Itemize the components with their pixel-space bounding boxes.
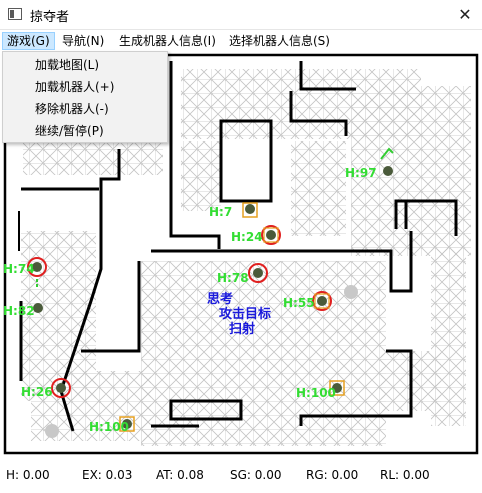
status-ex: EX: 0.03 <box>82 468 133 482</box>
menu-select-robot-info[interactable]: 选择机器人信息(S) <box>225 32 334 50</box>
menu-item-load-robot[interactable]: 加载机器人(+) <box>35 78 114 95</box>
window-title: 掠夺者 <box>30 10 70 25</box>
robot-label: H:55 <box>283 296 315 310</box>
annotation-think: 思考 <box>207 291 233 307</box>
menu-game[interactable]: 游戏(G) <box>2 32 55 50</box>
robot-label: H:100 <box>89 420 129 434</box>
robot-label: H:7 <box>209 205 232 219</box>
app-window-icon <box>8 8 22 20</box>
title-bar: 掠夺者 ✕ <box>0 0 482 30</box>
robot-label: H:74 <box>3 262 35 276</box>
robot-label: H:97 <box>345 166 377 180</box>
robot-label: H:78 <box>217 271 249 285</box>
close-icon[interactable]: ✕ <box>448 0 482 30</box>
robot-label: H:26 <box>21 385 53 399</box>
menu-item-load-map[interactable]: 加载地图(L) <box>35 56 99 73</box>
menu-navigation[interactable]: 导航(N) <box>58 32 108 50</box>
game-menu-dropdown: 加载地图(L) 加载机器人(+) 移除机器人(-) 继续/暂停(P) <box>2 51 168 143</box>
status-rg: RG: 0.00 <box>306 468 359 482</box>
status-bar: H: 0.00 EX: 0.03 AT: 0.08 SG: 0.00 RG: 0… <box>0 460 482 493</box>
menu-generate-robot-info[interactable]: 生成机器人信息(I) <box>115 32 220 50</box>
annotation-strafe: 扫射 <box>229 321 255 337</box>
robot[interactable]: H:24 <box>231 225 281 245</box>
status-h: H: 0.00 <box>6 468 50 482</box>
status-at: AT: 0.08 <box>156 468 204 482</box>
annotation-attack-target: 攻击目标 <box>219 306 271 322</box>
menu-bar: 游戏(G) 导航(N) 生成机器人信息(I) 选择机器人信息(S) <box>0 30 482 51</box>
menu-item-remove-robot[interactable]: 移除机器人(-) <box>35 100 109 117</box>
robot-label: H:82 <box>3 304 35 318</box>
status-rl: RL: 0.00 <box>380 468 430 482</box>
robot-label: H:100 <box>296 386 336 400</box>
status-sg: SG: 0.00 <box>230 468 282 482</box>
robot-label: H:24 <box>231 230 263 244</box>
menu-item-pause-resume[interactable]: 继续/暂停(P) <box>35 122 104 139</box>
robot[interactable]: H:7 <box>209 202 258 219</box>
robot[interactable]: H:100 <box>89 416 135 434</box>
